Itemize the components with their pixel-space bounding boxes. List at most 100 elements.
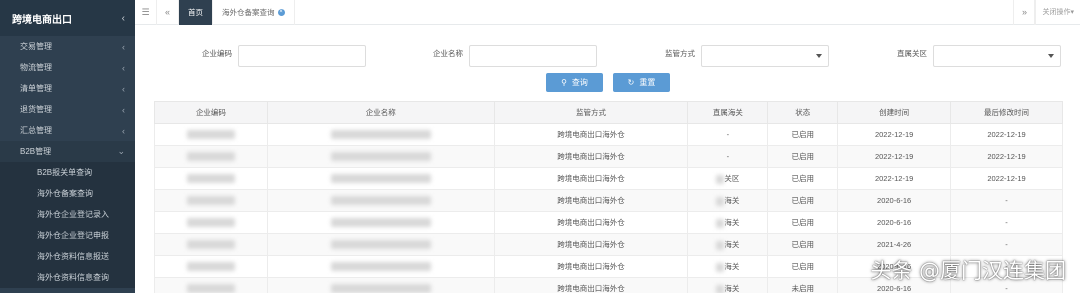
customs-area-label: 直属关区	[897, 49, 927, 58]
tab-warehouse-record[interactable]: 海外仓备案查询 ×	[213, 0, 295, 25]
sidebar-item-label: 物流管理	[20, 63, 52, 72]
sidebar-subitem-info-query[interactable]: 海外仓资料信息查询	[0, 267, 135, 288]
status-cell: 已启用	[767, 255, 839, 278]
sidebar-item-label: B2B管理	[20, 147, 52, 156]
close-operations-dropdown[interactable]: 关闭操作 ▾	[1035, 0, 1080, 25]
caret-down-icon	[816, 54, 822, 58]
customs-area-select[interactable]	[933, 45, 1061, 67]
sidebar-brand[interactable]: 跨境电商出口 ‹	[0, 0, 135, 36]
brand-title: 跨境电商出口	[12, 14, 72, 26]
status-cell: 已启用	[767, 123, 839, 146]
sidebar-item-label: 汇总管理	[20, 126, 52, 135]
customs-value: 海关	[724, 262, 740, 271]
tab-home[interactable]: 首页	[179, 0, 213, 25]
redacted-value	[186, 240, 235, 250]
scroll-right-icon[interactable]: »	[1013, 0, 1036, 25]
customs-value: 海关	[724, 218, 740, 227]
table-row[interactable]: 跨境电商出口海外仓 海关 已启用 2020-6-16 -	[154, 211, 1063, 234]
filter-row: 企业编码 企业名称 监管方式 直属关区	[135, 45, 1080, 69]
close-icon[interactable]: ×	[277, 8, 285, 16]
table-row[interactable]: 跨境电商出口海外仓 - 已启用 2022-12-19 2022-12-19	[154, 145, 1063, 168]
table-row[interactable]: 跨境电商出口海外仓 海关 已启用 2020-6-16 -	[154, 189, 1063, 212]
supervision-mode-label: 监管方式	[665, 49, 695, 58]
customs-cell: -	[687, 123, 769, 146]
sidebar-subitem-info-submit[interactable]: 海外仓资料信息报送	[0, 246, 135, 267]
company-name-cell	[266, 123, 495, 146]
created-cell: 2022-12-19	[837, 145, 952, 168]
redacted-value	[186, 262, 235, 272]
customs-cell: 关区	[687, 167, 769, 190]
column-header[interactable]: 企业名称	[266, 101, 495, 124]
scroll-left-icon[interactable]: «	[157, 0, 179, 25]
company-name-cell	[266, 145, 495, 168]
column-header[interactable]: 状态	[767, 101, 839, 124]
company-name-input[interactable]	[469, 45, 597, 67]
company-code-cell	[154, 255, 268, 278]
company-name-cell	[266, 167, 495, 190]
chevron-left-icon[interactable]: ‹	[122, 13, 125, 24]
mode-cell: 跨境电商出口海外仓	[493, 123, 689, 146]
company-code-cell	[154, 211, 268, 234]
customs-cell: 海关	[687, 277, 769, 293]
mode-cell: 跨境电商出口海外仓	[493, 167, 689, 190]
watermark: 头条 @厦门汉连集团	[870, 259, 1066, 283]
created-cell: 2021-4-26	[837, 233, 952, 256]
sidebar-item-manifest[interactable]: 清单管理 ‹	[0, 78, 135, 99]
mode-cell: 跨境电商出口海外仓	[493, 145, 689, 168]
redacted-value	[716, 218, 725, 228]
redacted-value	[186, 218, 235, 228]
reset-button[interactable]: ↻ 重置	[613, 73, 670, 92]
company-name-cell	[266, 211, 495, 234]
tab-bar: ☰ « 首页 海外仓备案查询 × » 关闭操作 ▾	[135, 0, 1080, 25]
menu-toggle-icon[interactable]: ☰	[135, 0, 157, 25]
chevron-left-icon: ‹	[122, 125, 125, 136]
customs-value: 海关	[724, 240, 740, 249]
redacted-value	[330, 262, 431, 272]
tab-label: 海外仓备案查询	[222, 7, 275, 17]
sidebar-subitem-warehouse-record[interactable]: 海外仓备案查询	[0, 183, 135, 204]
customs-cell: 海关	[687, 189, 769, 212]
sidebar-item-trade[interactable]: 交易管理 ‹	[0, 36, 135, 57]
sidebar-subitem-b2b-declaration[interactable]: B2B报关单查询	[0, 162, 135, 183]
modified-cell: 2022-12-19	[950, 167, 1063, 190]
status-cell: 未启用	[767, 277, 839, 293]
search-icon: ⚲	[561, 78, 567, 87]
sidebar-item-b2b[interactable]: B2B管理 ⌄	[0, 141, 135, 162]
column-header[interactable]: 监管方式	[493, 101, 689, 124]
company-code-input[interactable]	[238, 45, 366, 67]
modified-cell: 2022-12-19	[950, 145, 1063, 168]
column-header[interactable]: 企业编码	[154, 101, 268, 124]
mode-cell: 跨境电商出口海外仓	[493, 189, 689, 212]
status-cell: 已启用	[767, 189, 839, 212]
redacted-value	[186, 284, 235, 293]
customs-value: 关区	[724, 174, 740, 183]
created-cell: 2022-12-19	[837, 123, 952, 146]
created-cell: 2020-6-16	[837, 189, 952, 212]
sidebar-subitem-company-register-entry[interactable]: 海外仓企业登记录入	[0, 204, 135, 225]
customs-cell: 海关	[687, 211, 769, 234]
chevron-down-icon: ⌄	[117, 146, 125, 156]
sidebar-subitem-company-register-declare[interactable]: 海外仓企业登记申报	[0, 225, 135, 246]
chevron-left-icon: ‹	[122, 62, 125, 73]
sidebar: 跨境电商出口 ‹ 交易管理 ‹ 物流管理 ‹ 清单管理 ‹ 退货管理 ‹ 汇总管…	[0, 0, 135, 293]
company-code-cell	[154, 277, 268, 293]
column-header[interactable]: 直属海关	[687, 101, 769, 124]
mode-cell: 跨境电商出口海外仓	[493, 211, 689, 234]
redacted-value	[716, 284, 725, 293]
column-header[interactable]: 最后修改时间	[950, 101, 1063, 124]
table-row[interactable]: 跨境电商出口海外仓 海关 已启用 2021-4-26 -	[154, 233, 1063, 256]
redacted-value	[330, 218, 431, 228]
column-header[interactable]: 创建时间	[837, 101, 952, 124]
company-name-cell	[266, 189, 495, 212]
sidebar-item-returns[interactable]: 退货管理 ‹	[0, 99, 135, 120]
supervision-mode-select[interactable]	[701, 45, 829, 67]
company-code-cell	[154, 167, 268, 190]
sidebar-item-summary[interactable]: 汇总管理 ‹	[0, 120, 135, 141]
created-cell: 2020-6-16	[837, 211, 952, 234]
modified-cell: -	[950, 189, 1063, 212]
sidebar-item-logistics[interactable]: 物流管理 ‹	[0, 57, 135, 78]
table-row[interactable]: 跨境电商出口海外仓 关区 已启用 2022-12-19 2022-12-19	[154, 167, 1063, 190]
table-row[interactable]: 跨境电商出口海外仓 - 已启用 2022-12-19 2022-12-19	[154, 123, 1063, 146]
query-button[interactable]: ⚲ 查询	[546, 73, 603, 92]
sidebar-item-label: 清单管理	[20, 84, 52, 93]
